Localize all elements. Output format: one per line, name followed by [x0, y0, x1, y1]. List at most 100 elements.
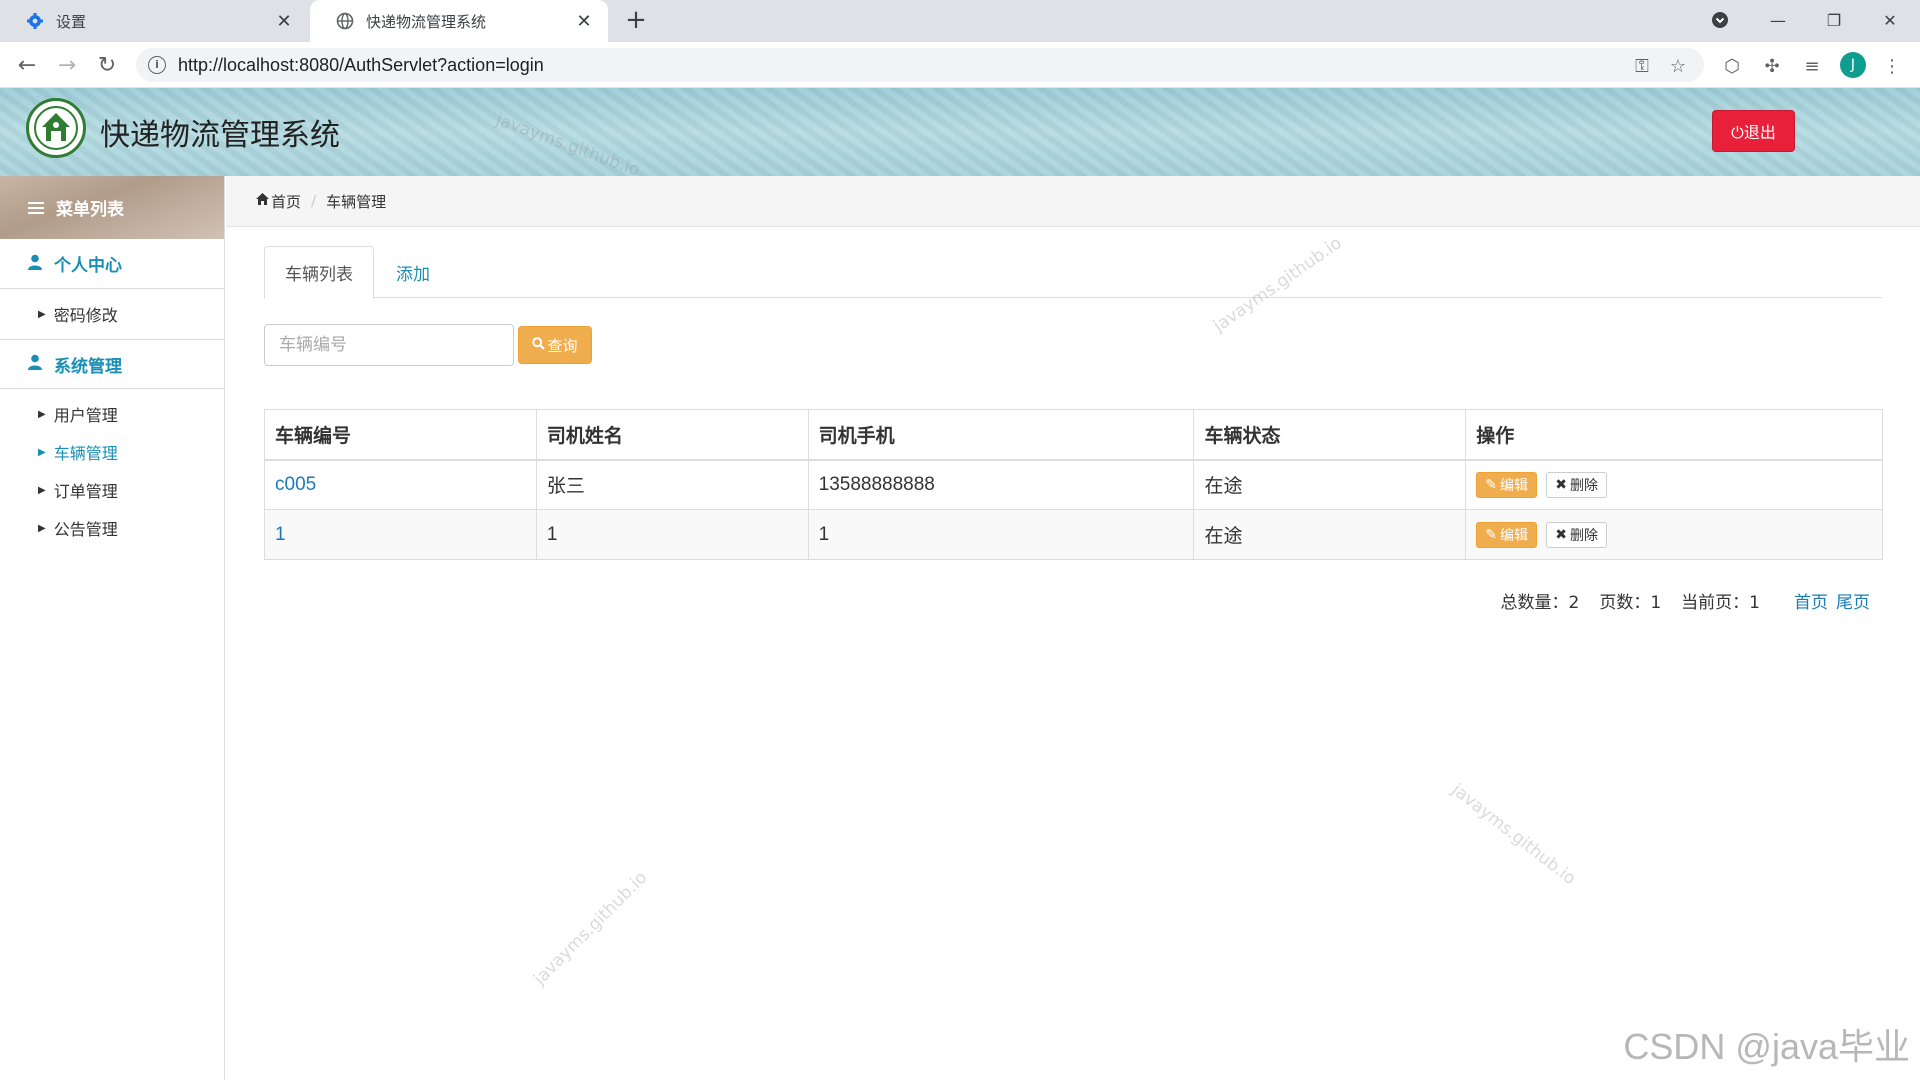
delete-button[interactable]: ✖ 删除	[1546, 521, 1607, 548]
driver-name-cell: 1	[535, 509, 809, 560]
vehicle-status-cell: 在途	[1193, 459, 1467, 510]
new-tab-plus-icon[interactable]: +	[622, 7, 650, 35]
last-page-link[interactable]: 尾页	[1836, 588, 1870, 613]
actions-cell: ✎ 编辑 ✖ 删除	[1465, 509, 1883, 560]
sidebar-item-password[interactable]: ▶ 密码修改	[0, 295, 224, 333]
vehicle-status-cell: 在途	[1193, 509, 1467, 560]
edit-button[interactable]: ✎ 编辑	[1476, 521, 1537, 548]
driver-phone-cell: 13588888888	[807, 459, 1195, 510]
caret-right-icon: ▶	[38, 522, 46, 534]
minimize-icon[interactable]: —	[1758, 6, 1798, 34]
url-omnibox[interactable]: i http://localhost:8080/AuthServlet?acti…	[136, 48, 1704, 82]
column-header: 司机姓名	[535, 409, 809, 461]
edit-button[interactable]: ✎ 编辑	[1476, 471, 1537, 498]
pencil-icon: ✎	[1485, 526, 1497, 542]
sidebar-item-orders[interactable]: ▶ 订单管理	[0, 471, 224, 509]
user-icon	[28, 354, 42, 374]
content-tabs: 车辆列表 添加	[264, 246, 1882, 299]
puzzle-extensions-icon[interactable]: ✣	[1760, 54, 1784, 78]
vehicle-table: 车辆编号 司机姓名 司机手机 车辆状态 操作 c005 张三 135888888…	[264, 409, 1883, 560]
current-page: 当前页：1	[1681, 593, 1760, 613]
home-icon	[256, 193, 269, 209]
app-title: 快递物流管理系统	[100, 118, 340, 153]
sidebar-header: 菜单列表	[0, 176, 224, 239]
breadcrumb: 首页 / 车辆管理	[226, 176, 1920, 227]
page-count: 页数：1	[1599, 593, 1662, 613]
sidebar-group-personal[interactable]: 个人中心	[0, 239, 224, 289]
search-icon	[532, 336, 546, 354]
breadcrumb-home[interactable]: 首页	[271, 191, 301, 212]
key-icon[interactable]: ⚿	[1630, 56, 1654, 77]
column-header: 司机手机	[807, 409, 1195, 461]
column-header: 车辆状态	[1193, 409, 1467, 461]
query-button[interactable]: 查询	[518, 326, 592, 364]
sidebar-item-notices[interactable]: ▶ 公告管理	[0, 509, 224, 547]
address-bar: ← → ↻ i http://localhost:8080/AuthServle…	[0, 42, 1920, 88]
remove-x-icon: ✖	[1555, 526, 1567, 542]
first-page-link[interactable]: 首页	[1794, 588, 1828, 613]
breadcrumb-separator: /	[311, 192, 317, 210]
restore-icon[interactable]: ❐	[1814, 6, 1854, 34]
query-button-label: 查询	[547, 336, 578, 355]
browser-tab-bar: 设置 ✕ 快递物流管理系统 ✕ + — ❐ ✕	[0, 0, 1920, 42]
caret-right-icon: ▶	[38, 446, 46, 458]
watermark-text: javayms.github.io	[530, 867, 652, 990]
globe-icon	[336, 12, 354, 30]
gear-icon	[26, 12, 44, 30]
caret-right-icon: ▶	[38, 308, 46, 320]
app-header: 快递物流管理系统 ⏻退出	[0, 88, 1920, 176]
sidebar-title: 菜单列表	[56, 200, 124, 220]
sidebar-item-label: 密码修改	[53, 306, 118, 325]
watermark-text: javayms.github.io	[1447, 780, 1580, 890]
pagination: 总数量：2 页数：1 当前页：1 首页 尾页	[1481, 588, 1870, 613]
star-bookmark-icon[interactable]: ☆	[1666, 56, 1690, 77]
info-icon[interactable]: i	[148, 56, 166, 74]
forward-arrow-icon[interactable]: →	[52, 50, 82, 80]
sidebar-item-users[interactable]: ▶ 用户管理	[0, 395, 224, 433]
sidebar-item-label: 公告管理	[53, 520, 118, 539]
delete-button[interactable]: ✖ 删除	[1546, 471, 1607, 498]
url-text[interactable]: http://localhost:8080/AuthServlet?action…	[178, 55, 544, 76]
vehicle-number-search-input[interactable]	[264, 324, 514, 366]
table-row: c005 张三 13588888888 在途 ✎ 编辑 ✖ 删除	[264, 459, 1883, 510]
kebab-menu-icon[interactable]: ⋮	[1880, 54, 1904, 78]
tab-active-app[interactable]: 快递物流管理系统 ✕	[310, 0, 608, 42]
edit-button-label: 编辑	[1499, 476, 1528, 493]
sidebar-group-label: 系统管理	[54, 356, 122, 377]
tab-add[interactable]: 添加	[376, 246, 450, 299]
tab-vehicle-list[interactable]: 车辆列表	[264, 246, 374, 299]
back-arrow-icon[interactable]: ←	[12, 50, 42, 80]
university-logo	[26, 98, 86, 158]
sidebar: 菜单列表 个人中心 ▶ 密码修改 系统管理 ▶ 用户管理 ▶ 车辆管理 ▶ 订单…	[0, 176, 225, 1080]
pencil-icon: ✎	[1485, 476, 1497, 493]
vehicle-id-link[interactable]: c005	[264, 459, 537, 510]
logout-button[interactable]: ⏻退出	[1712, 110, 1795, 152]
list-icon	[28, 199, 44, 217]
profile-avatar[interactable]: J	[1840, 52, 1866, 78]
sidebar-group-label: 个人中心	[54, 256, 122, 276]
table-row: 1 1 1 在途 ✎ 编辑 ✖ 删除	[264, 509, 1883, 560]
tab-title: 设置	[56, 12, 87, 31]
close-icon[interactable]: ✕	[572, 9, 596, 33]
close-icon[interactable]: ✕	[272, 9, 296, 33]
tab-search-icon[interactable]	[1700, 6, 1740, 34]
vehicle-id-link[interactable]: 1	[264, 509, 537, 560]
actions-cell: ✎ 编辑 ✖ 删除	[1465, 459, 1883, 510]
driver-name-cell: 张三	[535, 459, 809, 510]
sidebar-group-system[interactable]: 系统管理	[0, 339, 224, 389]
sidebar-item-label: 车辆管理	[53, 444, 118, 463]
edit-button-label: 编辑	[1499, 526, 1528, 543]
reading-list-icon[interactable]: ≡	[1800, 54, 1824, 78]
user-icon	[28, 254, 42, 274]
reload-icon[interactable]: ↻	[92, 50, 122, 80]
sidebar-item-label: 用户管理	[53, 406, 118, 425]
delete-button-label: 删除	[1570, 476, 1598, 493]
total-count: 总数量：2	[1500, 593, 1580, 613]
column-header: 车辆编号	[264, 409, 537, 461]
remove-x-icon: ✖	[1555, 476, 1567, 493]
extension-hexagon-icon[interactable]: ⬡	[1720, 54, 1744, 78]
sidebar-item-vehicles[interactable]: ▶ 车辆管理	[0, 433, 224, 471]
tab-settings[interactable]: 设置 ✕	[0, 0, 308, 42]
tab-title: 快递物流管理系统	[366, 12, 487, 31]
close-window-icon[interactable]: ✕	[1870, 6, 1910, 34]
